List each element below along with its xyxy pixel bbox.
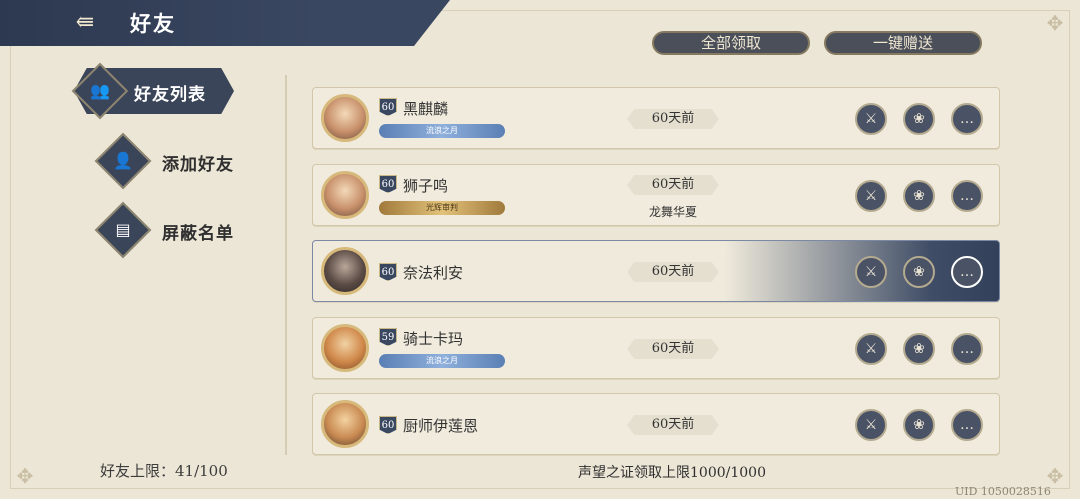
sidebar-item-label[interactable]: 好友列表 <box>134 80 206 105</box>
title-banner: 流浪之月 <box>379 124 505 138</box>
gift-icon[interactable]: ❀ <box>903 256 935 288</box>
friend-name: 奈法利安 <box>403 264 464 282</box>
battle-swords-icon[interactable]: ⚔ <box>855 180 887 212</box>
uid-text: UID 1050028516 <box>955 485 1051 498</box>
friend-row-selected[interactable]: 60 奈法利安 60天前 ⚔ ❀ … <box>312 240 1000 302</box>
friend-name: 黑麒麟 <box>403 100 449 118</box>
level-badge: 59 <box>379 328 397 346</box>
friend-row[interactable]: 59 骑士卡玛 流浪之月 60天前 ⚔ ❀ … <box>312 317 1000 379</box>
last-online: 60天前 <box>627 109 719 129</box>
avatar[interactable] <box>321 324 369 372</box>
last-online: 60天前 <box>627 175 719 195</box>
friend-row[interactable]: 60 狮子鸣 光辉审判 60天前 龙舞华夏 ⚔ ❀ … <box>312 164 1000 226</box>
chat-bubble-icon[interactable]: … <box>951 409 983 441</box>
send-all-button[interactable]: 一键赠送 <box>824 31 982 55</box>
claim-limit-text: 声望之证领取上限1000/1000 <box>578 465 766 481</box>
claim-all-button[interactable]: 全部领取 <box>652 31 810 55</box>
level-badge: 60 <box>379 263 397 281</box>
level-badge: 60 <box>379 416 397 434</box>
sidebar-item-blocklist[interactable]: 屏蔽名单 <box>162 219 234 244</box>
guild-name: 龙舞华夏 <box>648 205 697 219</box>
last-online: 60天前 <box>627 262 719 282</box>
chat-bubble-icon[interactable]: … <box>951 333 983 365</box>
gift-icon[interactable]: ❀ <box>903 409 935 441</box>
avatar[interactable] <box>321 247 369 295</box>
last-online: 60天前 <box>627 339 719 359</box>
avatar[interactable] <box>321 171 369 219</box>
level-badge: 60 <box>379 175 397 193</box>
title-banner: 光辉审判 <box>379 201 505 215</box>
add-friend-icon[interactable]: 👤 <box>94 132 152 190</box>
battle-swords-icon[interactable]: ⚔ <box>855 103 887 135</box>
gift-icon[interactable]: ❀ <box>903 333 935 365</box>
last-online: 60天前 <box>627 415 719 435</box>
friend-limit: 好友上限：41/100 <box>100 462 228 480</box>
avatar[interactable] <box>321 400 369 448</box>
battle-swords-icon[interactable]: ⚔ <box>855 409 887 441</box>
chat-bubble-icon[interactable]: … <box>951 103 983 135</box>
friend-name: 厨师伊莲恩 <box>403 417 479 435</box>
battle-swords-icon[interactable]: ⚔ <box>855 256 887 288</box>
gift-icon[interactable]: ❀ <box>903 103 935 135</box>
chat-bubble-icon[interactable]: … <box>951 256 983 288</box>
corner-ornament-icon: ✥ <box>1046 464 1064 488</box>
friend-row[interactable]: 60 黑麒麟 流浪之月 60天前 ⚔ ❀ … <box>312 87 1000 149</box>
corner-ornament-icon: ✥ <box>16 464 34 488</box>
sidebar-item-add-friend[interactable]: 添加好友 <box>162 150 234 175</box>
battle-swords-icon[interactable]: ⚔ <box>855 333 887 365</box>
back-arrow-icon[interactable]: ⇚ <box>68 8 102 38</box>
friend-name: 骑士卡玛 <box>403 330 464 348</box>
corner-ornament-icon: ✥ <box>1046 11 1064 35</box>
blocklist-icon[interactable]: ▤ <box>94 201 152 259</box>
chat-bubble-icon[interactable]: … <box>951 180 983 212</box>
avatar[interactable] <box>321 94 369 142</box>
friend-row[interactable]: 60 厨师伊莲恩 60天前 ⚔ ❀ … <box>312 393 1000 455</box>
scrollbar[interactable] <box>285 75 287 455</box>
title-banner: 流浪之月 <box>379 354 505 368</box>
gift-icon[interactable]: ❀ <box>903 180 935 212</box>
friend-name: 狮子鸣 <box>403 177 449 195</box>
level-badge: 60 <box>379 98 397 116</box>
page-title: 好友 <box>130 11 176 36</box>
